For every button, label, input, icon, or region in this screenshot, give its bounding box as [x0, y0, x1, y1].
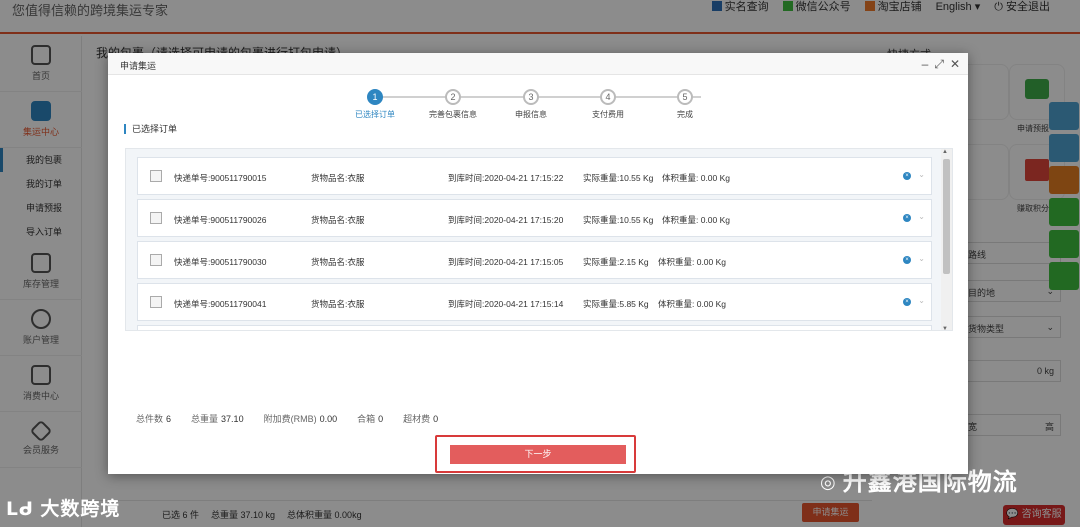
step-1: 1 已选择订单 [335, 89, 415, 120]
step-3: 3 申报信息 [491, 89, 571, 120]
order-row-partial[interactable] [137, 325, 932, 330]
package-image [150, 296, 162, 308]
order-summary: 总件数 6 总重量 37.10 附加费(RMB) 0.00 合箱 0 超材费 0 [136, 412, 438, 425]
order-row[interactable]: 快递单号:900511790015 货物品名:衣服 到库时间:2020-04-2… [137, 157, 932, 195]
order-list-scrollbar[interactable]: ▲ ▼ [941, 149, 952, 330]
summary-surcharge: 附加费(RMB) 0.00 [263, 414, 338, 424]
remove-icon[interactable]: × [903, 172, 911, 180]
chevron-down-icon[interactable]: ⌄ [918, 254, 925, 263]
wechat-icon: ◎ [820, 472, 837, 492]
step-5: 5 完成 [645, 89, 725, 120]
package-image [150, 254, 162, 266]
remove-icon[interactable]: × [903, 214, 911, 222]
step-progress: 1 已选择订单 2 完善包裹信息 3 申报信息 4 支付费用 5 完成 [348, 89, 728, 123]
chevron-down-icon[interactable]: ⌄ [918, 170, 925, 179]
remove-icon[interactable]: × [903, 298, 911, 306]
summary-total-count: 总件数 6 [136, 414, 172, 424]
summary-extra-material: 超材费 0 [403, 414, 439, 424]
next-step-button[interactable]: 下一步 [450, 445, 626, 464]
section-label: 已选择订单 [124, 124, 177, 134]
modal-controls: – ⤢ ✕ [922, 56, 960, 72]
step-4: 4 支付费用 [568, 89, 648, 120]
summary-total-weight: 总重量 37.10 [191, 414, 244, 424]
minimize-icon[interactable]: – [922, 56, 929, 72]
order-row[interactable]: 快递单号:900511790030 货物品名:衣服 到库时间:2020-04-2… [137, 241, 932, 279]
order-list[interactable]: 快递单号:900511790015 货物品名:衣服 到库时间:2020-04-2… [125, 148, 953, 331]
remove-icon[interactable]: × [903, 256, 911, 264]
close-icon[interactable]: ✕ [950, 56, 960, 72]
order-row[interactable]: 快递单号:900511790041 货物品名:衣服 到库时间:2020-04-2… [137, 283, 932, 321]
order-row[interactable]: 快递单号:900511790026 货物品名:衣服 到库时间:2020-04-2… [137, 199, 932, 237]
summary-combine-box: 合箱 0 [357, 414, 384, 424]
scrollbar-thumb[interactable] [943, 159, 950, 274]
scroll-up-icon[interactable]: ▲ [942, 149, 948, 155]
chevron-down-icon[interactable]: ⌄ [918, 212, 925, 221]
modal-title: 申请集运 [120, 61, 157, 71]
watermark-left: ᒪᑯ 大数跨境 [6, 499, 121, 520]
step-2: 2 完善包裹信息 [413, 89, 493, 120]
chevron-down-icon[interactable]: ⌄ [918, 296, 925, 305]
modal-header: 申请集运 – ⤢ ✕ [108, 53, 968, 75]
package-image [150, 212, 162, 224]
apply-consolidation-modal: 申请集运 – ⤢ ✕ 1 已选择订单 2 完善包裹信息 3 申报信息 4 支付费… [108, 53, 968, 474]
package-image [150, 170, 162, 182]
scroll-down-icon[interactable]: ▼ [942, 326, 948, 330]
maximize-icon[interactable]: ⤢ [934, 56, 944, 72]
